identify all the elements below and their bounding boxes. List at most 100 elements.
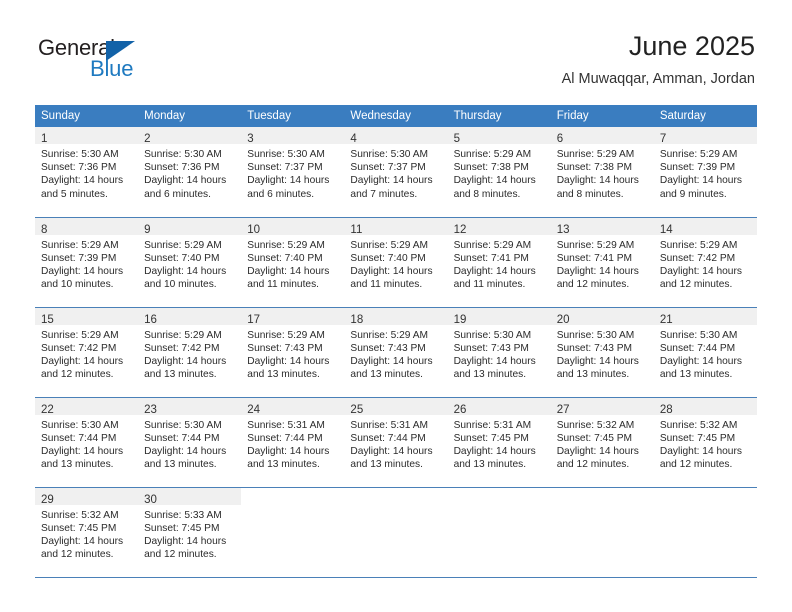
calendar-week-row: 8 Sunrise: 5:29 AM Sunset: 7:39 PM Daylight…	[35, 216, 757, 307]
day-cell-content: 4 Sunrise: 5:30 AM Sunset: 7:37 PM Daylight…	[344, 127, 448, 217]
day-cell-content: 21 Sunrise: 5:30 AM Sunset: 7:44 PM Dayligh…	[653, 307, 757, 397]
calendar-week-row: 29 Sunrise: 5:32 AM Sunset: 7:45 PM Dayligh…	[35, 486, 757, 578]
daylight-duration-line-1: Daylight: 14 hours	[247, 445, 330, 457]
calendar-day-cell[interactable]: 12 Sunrise: 5:29 AM Sunset: 7:41 PM Dayligh…	[447, 216, 551, 307]
day-number-band: 8	[35, 217, 139, 236]
day-number: 12	[453, 223, 467, 236]
calendar-day-cell[interactable]: 4 Sunrise: 5:30 AM Sunset: 7:37 PM Daylight…	[344, 127, 448, 217]
sunrise-time: Sunrise: 5:32 AM	[659, 419, 738, 431]
calendar-day-cell[interactable]: 3 Sunrise: 5:30 AM Sunset: 7:37 PM Daylight…	[241, 127, 345, 217]
sunset-time: Sunset: 7:39 PM	[659, 162, 736, 174]
day-cell-content: 13 Sunrise: 5:29 AM Sunset: 7:41 PM Dayligh…	[550, 217, 654, 307]
day-number-band: 23	[138, 397, 242, 416]
calendar-day-cell[interactable]: 18 Sunrise: 5:29 AM Sunset: 7:43 PM Dayligh…	[344, 306, 448, 397]
daylight-duration-line-2: and 10 minutes.	[41, 279, 114, 291]
sunrise-time: Sunrise: 5:29 AM	[41, 239, 119, 251]
day-number-band	[344, 488, 447, 505]
calendar-day-cell[interactable]: 20 Sunrise: 5:30 AM Sunset: 7:43 PM Dayligh…	[550, 306, 654, 397]
calendar-day-cell[interactable]: 9 Sunrise: 5:29 AM Sunset: 7:40 PM Daylight…	[138, 216, 242, 307]
sunset-time: Sunset: 7:42 PM	[144, 342, 220, 354]
calendar-day-cell[interactable]: 19 Sunrise: 5:30 AM Sunset: 7:43 PM Dayligh…	[447, 306, 551, 397]
day-detail-lines: Sunrise: 5:29 AM Sunset: 7:41 PM Daylight:…	[448, 235, 551, 292]
calendar-day-cell[interactable]: 28 Sunrise: 5:32 AM Sunset: 7:45 PM Dayligh…	[653, 396, 757, 487]
day-detail-lines: Sunrise: 5:30 AM Sunset: 7:36 PM Daylight:…	[138, 144, 241, 201]
day-cell-content	[551, 488, 654, 577]
day-cell-content: 28 Sunrise: 5:32 AM Sunset: 7:45 PM Dayligh…	[653, 397, 757, 487]
daylight-duration-line-1: Daylight: 14 hours	[453, 265, 536, 277]
day-number: 6	[556, 133, 564, 145]
day-cell-content: 30 Sunrise: 5:33 AM Sunset: 7:45 PM Dayligh…	[138, 487, 242, 577]
calendar-day-cell[interactable]: 6 Sunrise: 5:29 AM Sunset: 7:38 PM Daylight…	[550, 127, 654, 217]
calendar-day-cell[interactable]: 13 Sunrise: 5:29 AM Sunset: 7:41 PM Dayligh…	[550, 216, 654, 307]
calendar-day-cell[interactable]: 21 Sunrise: 5:30 AM Sunset: 7:44 PM Dayligh…	[653, 306, 757, 397]
day-number: 30	[144, 493, 157, 506]
general-blue-logo[interactable]: General Blue	[38, 36, 218, 86]
daylight-duration-line-1: Daylight: 14 hours	[556, 355, 639, 367]
calendar-day-cell[interactable]: 10 Sunrise: 5:29 AM Sunset: 7:40 PM Dayligh…	[241, 216, 345, 307]
calendar-day-cell[interactable]: 2 Sunrise: 5:30 AM Sunset: 7:36 PM Daylight…	[138, 127, 242, 217]
weekday-header-monday: Monday	[138, 105, 242, 127]
day-detail-lines: Sunrise: 5:30 AM Sunset: 7:36 PM Daylight:…	[35, 144, 138, 201]
logo-text-blue: Blue	[90, 56, 134, 81]
day-cell-content: 18 Sunrise: 5:29 AM Sunset: 7:43 PM Dayligh…	[344, 307, 448, 397]
day-number-band: 27	[550, 397, 654, 416]
day-number-band: 7	[653, 127, 757, 145]
day-number-band: 29	[35, 487, 139, 506]
calendar-day-cell[interactable]: 8 Sunrise: 5:29 AM Sunset: 7:39 PM Daylight…	[35, 216, 139, 307]
calendar-day-cell[interactable]: 5 Sunrise: 5:29 AM Sunset: 7:38 PM Daylight…	[447, 127, 551, 217]
daylight-duration-line-2: and 5 minutes.	[41, 188, 108, 200]
daylight-duration-line-1: Daylight: 14 hours	[144, 535, 227, 547]
day-cell-content: 10 Sunrise: 5:29 AM Sunset: 7:40 PM Dayligh…	[241, 217, 345, 307]
day-number: 19	[453, 313, 467, 326]
calendar-day-cell[interactable]: 16 Sunrise: 5:29 AM Sunset: 7:42 PM Dayligh…	[138, 306, 242, 397]
calendar-day-cell[interactable]: 23 Sunrise: 5:30 AM Sunset: 7:44 PM Dayligh…	[138, 396, 242, 487]
weekday-header-friday: Friday	[550, 105, 654, 127]
day-number-band: 30	[138, 487, 242, 506]
daylight-duration-line-2: and 13 minutes.	[350, 459, 423, 471]
calendar-day-cell[interactable]: 14 Sunrise: 5:29 AM Sunset: 7:42 PM Dayligh…	[653, 216, 757, 307]
sunrise-time: Sunrise: 5:29 AM	[350, 239, 429, 251]
calendar-day-cell[interactable]: 24 Sunrise: 5:31 AM Sunset: 7:44 PM Dayligh…	[241, 396, 345, 487]
day-cell-content	[448, 488, 551, 577]
day-number: 3	[247, 133, 254, 145]
calendar-day-cell[interactable]: 15 Sunrise: 5:29 AM Sunset: 7:42 PM Dayligh…	[35, 306, 139, 397]
calendar-day-cell[interactable]: 22 Sunrise: 5:30 AM Sunset: 7:44 PM Dayligh…	[35, 396, 139, 487]
weekday-header-saturday: Saturday	[653, 105, 757, 127]
weekday-header-sunday: Sunday	[35, 105, 139, 127]
day-detail-lines: Sunrise: 5:29 AM Sunset: 7:41 PM Daylight:…	[551, 235, 654, 292]
day-cell-content: 11 Sunrise: 5:29 AM Sunset: 7:40 PM Dayligh…	[344, 217, 448, 307]
calendar-day-cell[interactable]: 27 Sunrise: 5:32 AM Sunset: 7:45 PM Dayligh…	[550, 396, 654, 487]
calendar-day-cell[interactable]: 26 Sunrise: 5:31 AM Sunset: 7:45 PM Dayligh…	[447, 396, 551, 487]
calendar-day-cell[interactable]: 1 Sunrise: 5:30 AM Sunset: 7:36 PM Daylight…	[35, 127, 139, 217]
calendar-day-cell[interactable]: 25 Sunrise: 5:31 AM Sunset: 7:44 PM Dayligh…	[344, 396, 448, 487]
calendar-day-cell[interactable]: 17 Sunrise: 5:29 AM Sunset: 7:43 PM Dayligh…	[241, 306, 345, 397]
day-detail-lines: Sunrise: 5:33 AM Sunset: 7:45 PM Daylight:…	[138, 505, 241, 562]
daylight-duration-line-2: and 6 minutes.	[247, 188, 315, 200]
calendar-day-cell[interactable]: 29 Sunrise: 5:32 AM Sunset: 7:45 PM Dayligh…	[35, 486, 139, 578]
day-number-band: 28	[653, 397, 757, 416]
day-number: 27	[556, 403, 570, 416]
day-number: 11	[350, 223, 363, 236]
day-number-band: 13	[550, 217, 654, 236]
day-detail-lines	[241, 505, 344, 509]
daylight-duration-line-1: Daylight: 14 hours	[556, 265, 639, 277]
day-number-band	[448, 488, 551, 505]
daylight-duration-line-2: and 13 minutes.	[350, 369, 423, 381]
day-detail-lines: Sunrise: 5:30 AM Sunset: 7:37 PM Daylight:…	[344, 144, 447, 201]
sunset-time: Sunset: 7:38 PM	[453, 162, 529, 174]
sunrise-time: Sunrise: 5:30 AM	[453, 329, 532, 341]
day-number-band: 5	[447, 127, 551, 145]
day-number: 2	[144, 133, 151, 145]
calendar-day-cell[interactable]: 7 Sunrise: 5:29 AM Sunset: 7:39 PM Daylight…	[653, 127, 757, 217]
day-detail-lines: Sunrise: 5:32 AM Sunset: 7:45 PM Daylight:…	[654, 415, 757, 472]
day-detail-lines: Sunrise: 5:29 AM Sunset: 7:43 PM Daylight:…	[344, 325, 447, 382]
sunset-time: Sunset: 7:44 PM	[41, 432, 117, 444]
sunset-time: Sunset: 7:45 PM	[144, 522, 220, 534]
daylight-duration-line-2: and 13 minutes.	[247, 369, 320, 381]
day-cell-content: 1 Sunrise: 5:30 AM Sunset: 7:36 PM Daylight…	[35, 127, 139, 217]
day-number: 14	[659, 223, 673, 236]
calendar-day-cell[interactable]: 11 Sunrise: 5:29 AM Sunset: 7:40 PM Dayligh…	[344, 216, 448, 307]
calendar-week-row: 22 Sunrise: 5:30 AM Sunset: 7:44 PM Dayligh…	[35, 396, 757, 487]
calendar-day-cell[interactable]: 30 Sunrise: 5:33 AM Sunset: 7:45 PM Dayligh…	[138, 486, 242, 578]
day-cell-content: 8 Sunrise: 5:29 AM Sunset: 7:39 PM Daylight…	[35, 217, 139, 307]
